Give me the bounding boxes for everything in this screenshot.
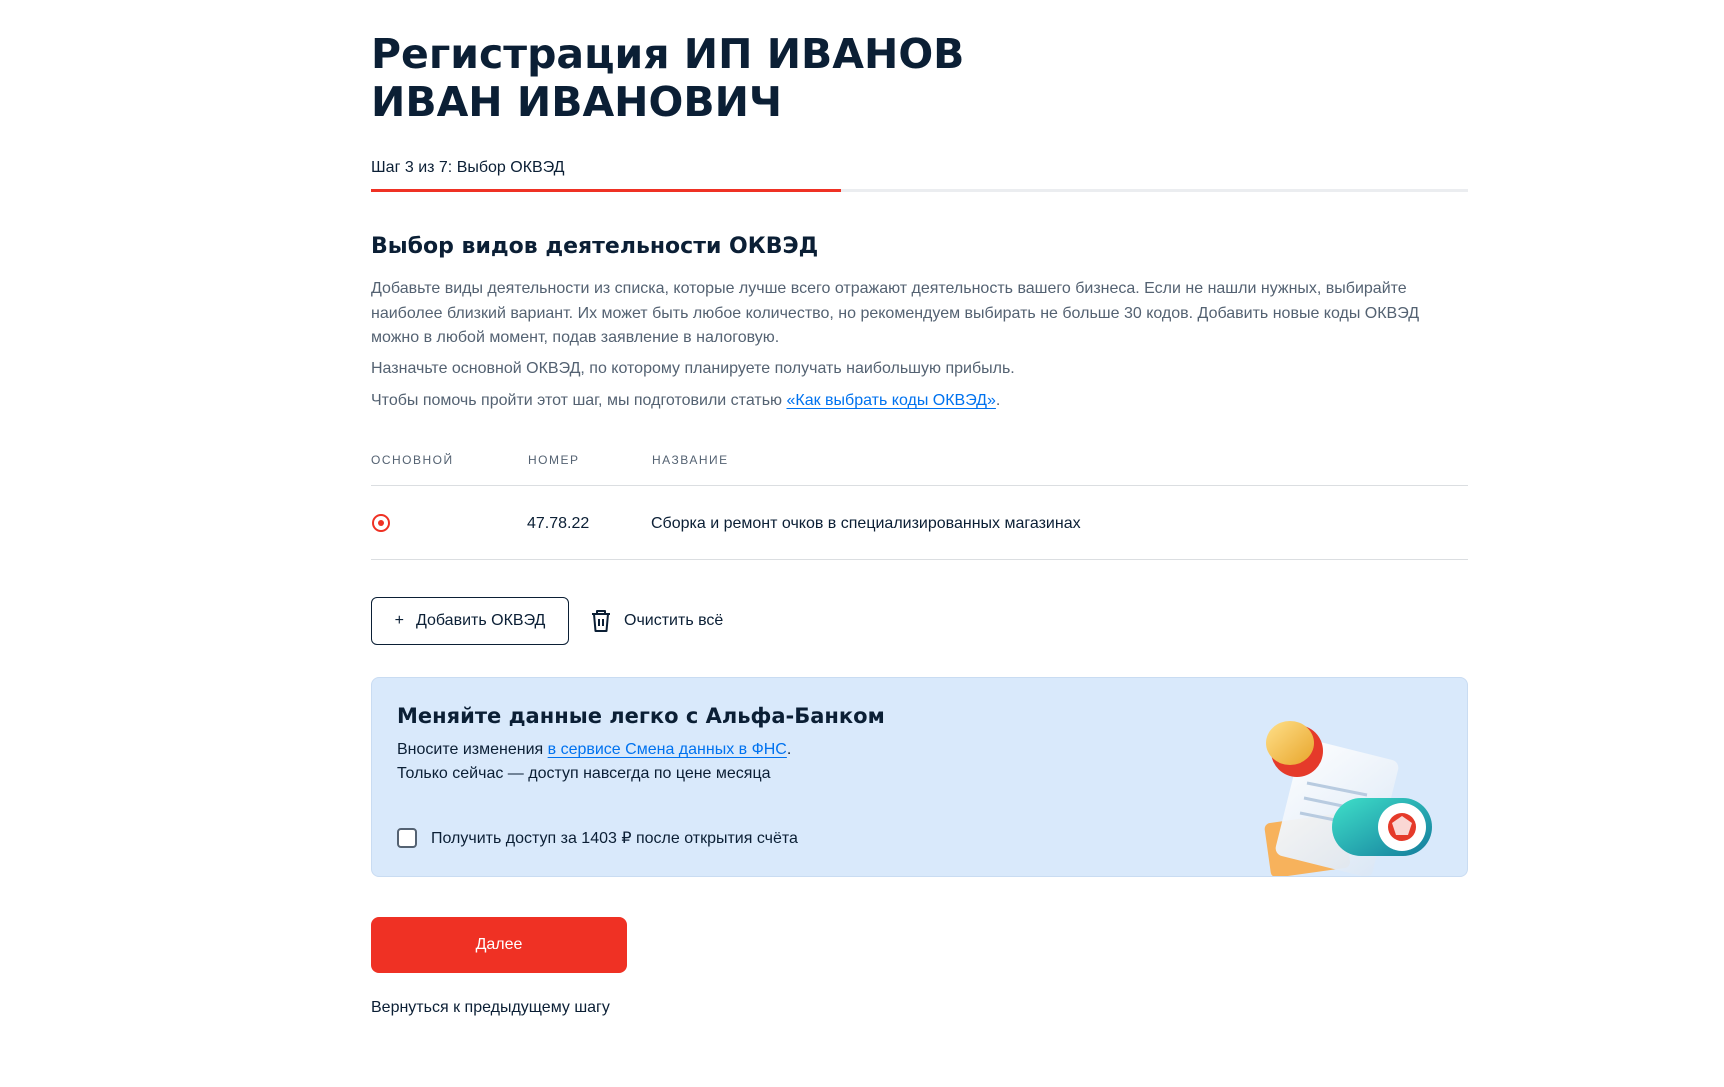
step-progress-fill	[371, 189, 842, 192]
section-hint: Назначьте основной ОКВЭД, по которому пл…	[371, 360, 1015, 377]
add-okved-button[interactable]: + Добавить ОКВЭД	[371, 597, 569, 645]
documents-stamp-illustration	[1264, 721, 1432, 876]
article-hint: Чтобы помочь пройти этот шаг, мы подгото…	[371, 389, 1468, 414]
main-okved-radio[interactable]	[372, 514, 390, 532]
promo-text-prefix: Вносите изменения	[397, 741, 548, 758]
okved-number: 47.78.22	[527, 515, 590, 532]
back-to-previous-step-link[interactable]: Вернуться к предыдущему шагу	[371, 999, 610, 1017]
plus-icon: +	[394, 612, 404, 629]
promo-access-checkbox-row[interactable]: Получить доступ за 1403 ₽ после открытия…	[397, 828, 798, 848]
radio-dot	[378, 520, 384, 526]
promo-banner: Меняйте данные легко с Альфа-Банком Внос…	[371, 677, 1468, 877]
fns-service-link[interactable]: в сервисе Смена данных в ФНС	[548, 741, 787, 758]
article-hint-suffix: .	[995, 392, 1001, 409]
header-main: Основной	[371, 453, 454, 467]
header-name: Название	[652, 453, 729, 467]
promo-access-checkbox[interactable]	[397, 828, 417, 848]
promo-offer-text: Только сейчас — доступ навсегда по цене …	[397, 765, 771, 782]
header-number: Номер	[528, 453, 580, 467]
page-title: Регистрация ИП ИВАНОВ ИВАН ИВАНОВИЧ	[371, 30, 965, 126]
article-hint-prefix: Чтобы помочь пройти этот шаг, мы подгото…	[371, 392, 787, 409]
section-title: Выбор видов деятельности ОКВЭД	[371, 234, 819, 259]
step-progress-bar	[371, 189, 1468, 192]
clear-all-button[interactable]: Очистить всё	[590, 607, 723, 635]
clear-all-label: Очистить всё	[624, 612, 724, 629]
promo-access-label: Получить доступ за 1403 ₽ после открытия…	[431, 830, 798, 847]
add-okved-label: Добавить ОКВЭД	[415, 612, 546, 629]
promo-text-suffix: .	[786, 741, 792, 758]
promo-text: Вносите изменения в сервисе Смена данных…	[397, 738, 791, 762]
article-link[interactable]: «Как выбрать коды ОКВЭД»	[786, 392, 995, 409]
next-button[interactable]: Далее	[371, 917, 627, 973]
promo-title: Меняйте данные легко с Альфа-Банком	[397, 704, 885, 728]
table-row: 47.78.22 Сборка и ремонт очков в специал…	[371, 486, 1468, 560]
okved-name: Сборка и ремонт очков в специализированн…	[651, 515, 1081, 532]
step-label: Шаг 3 из 7: Выбор ОКВЭД	[371, 159, 565, 176]
section-description: Добавьте виды деятельности из списка, ко…	[371, 280, 1420, 346]
trash-icon	[592, 610, 610, 632]
table-divider	[371, 559, 1468, 560]
